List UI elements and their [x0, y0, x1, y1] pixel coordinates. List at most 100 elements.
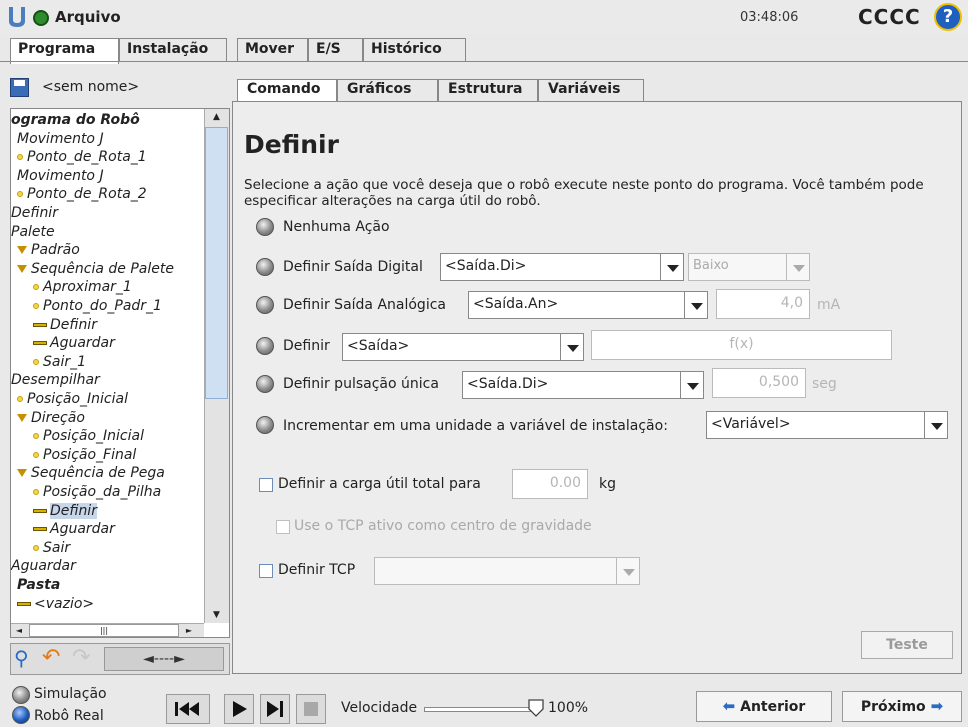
- tree-node[interactable]: Movimento J: [17, 130, 104, 148]
- tree-node[interactable]: Palete: [11, 223, 55, 241]
- tree-node[interactable]: Definir: [33, 502, 97, 520]
- tree-node[interactable]: Aproximar_1: [33, 278, 132, 296]
- skip-start-button[interactable]: [166, 694, 210, 724]
- scroll-right-icon[interactable]: ►: [181, 624, 197, 637]
- undo-icon[interactable]: ↶: [42, 647, 66, 670]
- tree-node[interactable]: Sequência de Pega: [17, 464, 165, 482]
- pulse-value-field[interactable]: 0,500: [712, 368, 806, 398]
- scroll-down-icon[interactable]: ▼: [205, 607, 228, 623]
- analog-unit: mA: [817, 297, 841, 313]
- radio-simulacao[interactable]: [12, 686, 30, 704]
- pulse-output-select[interactable]: <Saída.Di>: [462, 371, 682, 399]
- tab-comando[interactable]: Comando: [237, 79, 337, 102]
- chevron-down-icon[interactable]: [660, 253, 684, 281]
- tab-divider: [0, 61, 968, 62]
- stop-button[interactable]: [296, 694, 326, 724]
- title-bar: [0, 0, 968, 34]
- chevron-down-icon[interactable]: [680, 371, 704, 399]
- label-robo-real: Robô Real: [34, 708, 104, 724]
- tab-historico[interactable]: Histórico: [363, 38, 466, 62]
- digital-value-select[interactable]: Baixo: [688, 253, 788, 281]
- tree-node[interactable]: Posição_Inicial: [17, 390, 128, 408]
- chevron-down-icon[interactable]: [560, 333, 584, 361]
- tree-node[interactable]: Ponto_de_Rota_2: [17, 185, 147, 203]
- tcp-checkbox[interactable]: [259, 564, 273, 578]
- tree-node-label: Padrão: [31, 242, 80, 259]
- radio-pulsacao-unica[interactable]: [256, 375, 274, 393]
- tree-hscroll-thumb[interactable]: |||: [29, 624, 179, 637]
- tab-graficos[interactable]: Gráficos: [337, 79, 438, 102]
- expression-field[interactable]: f(x): [591, 330, 892, 360]
- tree-node[interactable]: Aguardar: [11, 557, 76, 575]
- tree-node[interactable]: Aguardar: [33, 520, 115, 538]
- tree-node[interactable]: Movimento J: [17, 167, 104, 185]
- chevron-down-icon[interactable]: [924, 411, 948, 439]
- next-button[interactable]: Próximo ➡: [842, 691, 962, 722]
- payload-field[interactable]: 0.00: [512, 469, 588, 499]
- redo-icon[interactable]: ↷: [72, 647, 96, 670]
- tree-node[interactable]: Posição_Final: [33, 446, 136, 464]
- tree-node[interactable]: Posição_da_Pilha: [33, 483, 161, 501]
- tree-node-label: Ponto_de_Rota_1: [27, 149, 147, 166]
- move-node-button[interactable]: ◄----►: [104, 647, 224, 671]
- payload-checkbox[interactable]: [259, 478, 273, 492]
- search-icon[interactable]: ⚲: [14, 648, 36, 670]
- test-button[interactable]: Teste: [861, 631, 953, 659]
- tcp-select[interactable]: [374, 557, 618, 585]
- tab-instalacao[interactable]: Instalação: [119, 38, 227, 62]
- chevron-down-icon[interactable]: [684, 291, 708, 319]
- scroll-left-icon[interactable]: ◄: [11, 624, 27, 637]
- tree-node[interactable]: Direção: [17, 409, 85, 427]
- tree-scroll-thumb[interactable]: [205, 127, 228, 399]
- radio-nenhuma-acao[interactable]: [256, 218, 274, 236]
- tab-estrutura[interactable]: Estrutura: [438, 79, 538, 102]
- analog-value-field[interactable]: 4,0: [716, 289, 810, 319]
- waypoint-icon: [33, 358, 39, 365]
- radio-definir-expressao[interactable]: [256, 337, 274, 355]
- tab-variaveis[interactable]: Variáveis: [538, 79, 644, 102]
- command-icon: [33, 508, 47, 513]
- digital-output-select[interactable]: <Saída.Di>: [440, 253, 662, 281]
- tree-node[interactable]: Ponto_de_Rota_1: [17, 148, 147, 166]
- expand-icon: [17, 264, 27, 273]
- waypoint-icon: [17, 396, 23, 402]
- tab-es[interactable]: E/S: [308, 38, 363, 62]
- file-menu[interactable]: Arquivo: [55, 8, 121, 26]
- save-icon[interactable]: [10, 78, 29, 97]
- tree-node[interactable]: ograma do Robô: [11, 111, 140, 129]
- tree-node[interactable]: <vazio>: [17, 595, 94, 613]
- radio-incrementar-variavel[interactable]: [256, 416, 274, 434]
- radio-saida-digital[interactable]: [256, 258, 274, 276]
- scroll-up-icon[interactable]: ▲: [205, 109, 228, 125]
- output-select[interactable]: <Saída>: [342, 333, 562, 361]
- tree-node[interactable]: Sair: [33, 539, 70, 557]
- tree-node[interactable]: Posição_Inicial: [33, 427, 144, 445]
- chevron-down-icon[interactable]: [786, 253, 810, 281]
- radio-robo-real[interactable]: [12, 706, 30, 724]
- tree-node-label: Sair_1: [43, 353, 87, 370]
- tree-node[interactable]: Sequência de Palete: [17, 260, 174, 278]
- pulse-unit: seg: [812, 376, 837, 392]
- tree-node[interactable]: Padrão: [17, 241, 80, 259]
- label-saida-digital: Definir Saída Digital: [283, 259, 423, 275]
- tcp-cog-checkbox[interactable]: [276, 520, 290, 534]
- chevron-down-icon[interactable]: [616, 557, 640, 585]
- tree-node[interactable]: Ponto_do_Padr_1: [33, 297, 162, 315]
- speed-slider[interactable]: [424, 707, 536, 712]
- tree-node[interactable]: Definir: [33, 316, 97, 334]
- step-button[interactable]: [260, 694, 290, 724]
- tab-mover[interactable]: Mover: [237, 38, 308, 62]
- tree-node[interactable]: Aguardar: [33, 334, 115, 352]
- radio-saida-analogica[interactable]: [256, 296, 274, 314]
- play-button[interactable]: [224, 694, 254, 724]
- tree-node[interactable]: Pasta: [17, 576, 60, 594]
- tree-node[interactable]: Sair_1: [33, 353, 86, 371]
- variable-select[interactable]: <Variável>: [706, 411, 926, 439]
- tree-node[interactable]: Desempilhar: [11, 371, 100, 389]
- speed-knob-icon[interactable]: [526, 698, 546, 718]
- speed-label: Velocidade: [341, 700, 418, 716]
- previous-button[interactable]: ⬅ Anterior: [696, 691, 832, 722]
- analog-output-select[interactable]: <Saída.An>: [468, 291, 686, 319]
- help-button[interactable]: ?: [934, 3, 962, 31]
- tree-node[interactable]: Definir: [11, 204, 58, 222]
